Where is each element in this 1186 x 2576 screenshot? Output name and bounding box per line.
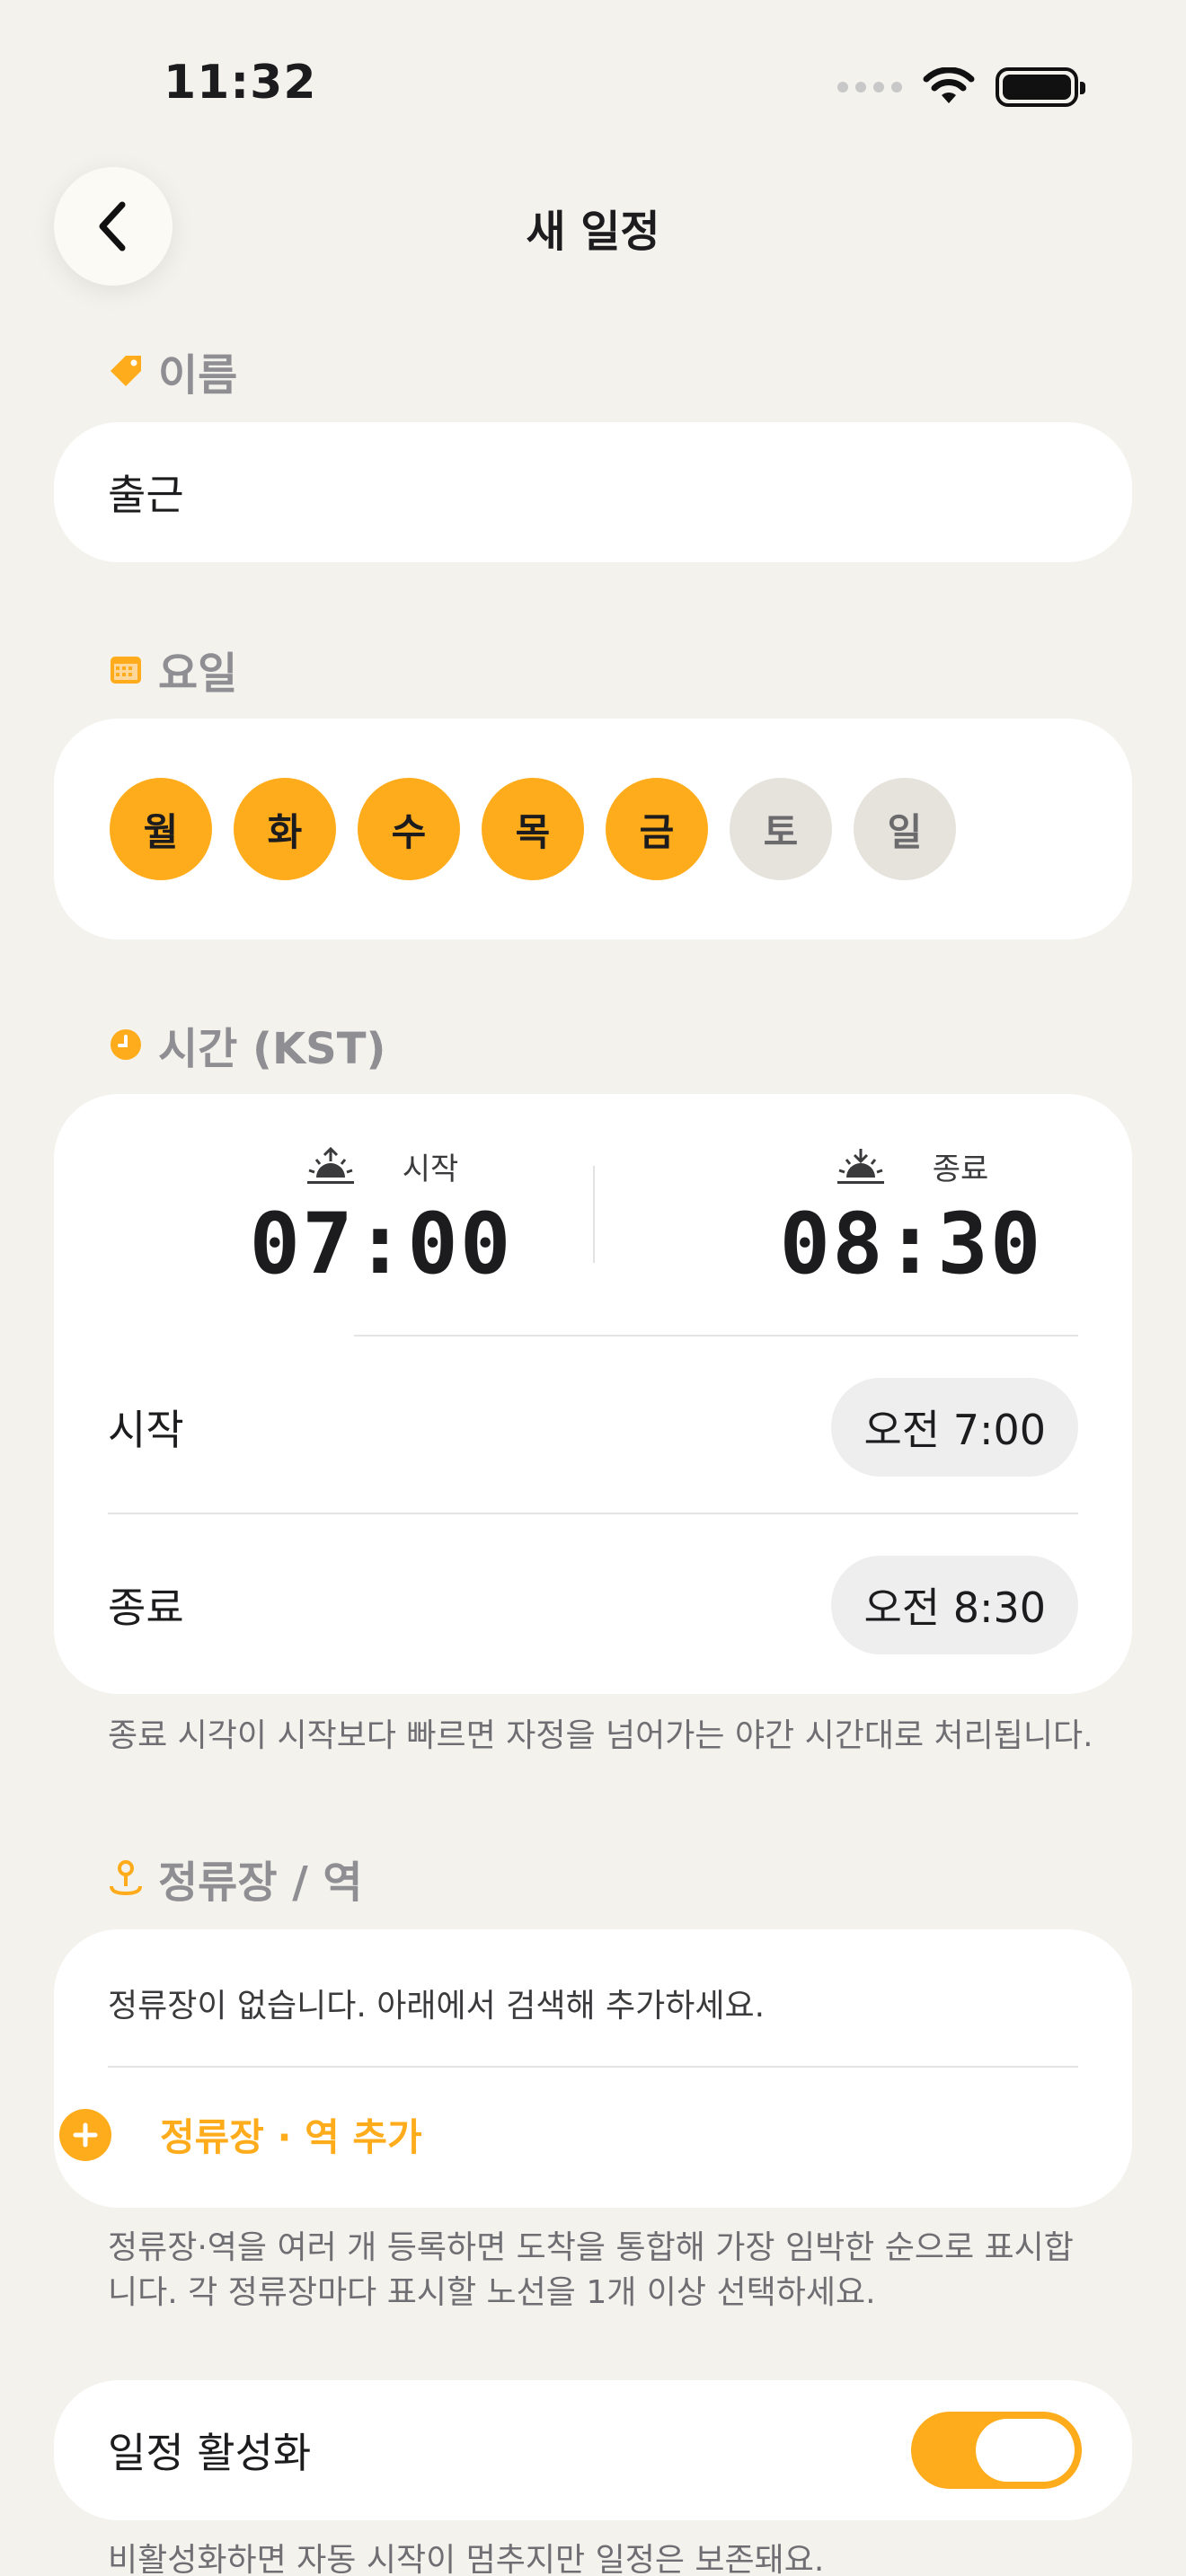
- signal-icon: [837, 82, 902, 93]
- start-time-value: 07:00: [249, 1195, 513, 1293]
- start-row-label: 시작: [108, 1406, 184, 1454]
- active-note: 비활성화하면 자동 시작이 멈추지만 일정은 보존돼요.: [108, 2542, 825, 2576]
- end-time-label: 종료: [932, 1151, 989, 1187]
- day-toggle-mon[interactable]: 월: [110, 778, 212, 880]
- stops-note: 정류장·역을 여러 개 등록하면 도착을 통합해 가장 임박한 순으로 표시합니…: [108, 2229, 1074, 2311]
- day-toggle-tue[interactable]: 화: [234, 778, 336, 880]
- add-stop-label: 정류장 · 역 추가: [160, 2115, 422, 2159]
- calendar-icon: [108, 651, 144, 687]
- pin-icon: [108, 1860, 144, 1896]
- day-toggle-thu[interactable]: 목: [482, 778, 584, 880]
- days-card: 월 화 수 목 금 토 일: [54, 719, 1132, 940]
- wifi-icon: [923, 67, 975, 103]
- name-section-label: 이름: [158, 350, 238, 401]
- time-card: 시작 07:00 종료 08:30 시작 오전 7:00 종료 오전 8:30: [54, 1094, 1132, 1694]
- page-title: 새 일정: [526, 207, 660, 257]
- name-input-value: 출근: [108, 471, 184, 519]
- end-row-label: 종료: [108, 1584, 184, 1632]
- day-toggle-fri[interactable]: 금: [606, 778, 708, 880]
- status-time: 11:32: [164, 56, 317, 110]
- sunset-icon: [836, 1148, 884, 1184]
- clock-icon: [108, 1027, 144, 1063]
- start-time-row: 시작 오전 7:00: [108, 1378, 1078, 1477]
- start-time-picker[interactable]: 오전 7:00: [831, 1378, 1078, 1477]
- end-time-value: 08:30: [779, 1195, 1043, 1293]
- stops-card: 정류장이 없습니다. 아래에서 검색해 추가하세요.: [54, 1929, 1132, 2208]
- active-label: 일정 활성화: [108, 2429, 312, 2477]
- time-section-header: 시간 (KST): [108, 1013, 385, 1076]
- days-section-label: 요일: [158, 648, 238, 699]
- end-time-row: 종료 오전 8:30: [108, 1556, 1078, 1654]
- stops-empty-text: 정류장이 없습니다. 아래에서 검색해 추가하세요.: [108, 1988, 766, 2025]
- plus-icon: [59, 2108, 111, 2161]
- end-time-picker[interactable]: 오전 8:30: [831, 1556, 1078, 1654]
- time-section-label: 시간 (KST): [158, 1024, 386, 1074]
- stops-section-header: 정류장 / 역: [108, 1847, 363, 1910]
- name-input[interactable]: 출근: [54, 422, 1132, 562]
- start-time-label: 시작: [402, 1151, 459, 1187]
- end-time-summary: 종료 08:30: [686, 1144, 1136, 1293]
- name-section-header: 이름: [108, 340, 237, 402]
- start-time-summary: 시작 07:00: [156, 1144, 606, 1293]
- add-stop-button[interactable]: 정류장 · 역 추가: [59, 2107, 422, 2162]
- time-divider: [593, 1166, 595, 1263]
- battery-icon: [996, 67, 1085, 107]
- divider: [354, 1335, 1078, 1337]
- divider: [108, 2066, 1078, 2068]
- day-toggle-sun[interactable]: 일: [854, 778, 956, 880]
- active-toggle[interactable]: [911, 2412, 1082, 2489]
- divider: [108, 1513, 1078, 1514]
- day-toggle-wed[interactable]: 수: [358, 778, 460, 880]
- days-section-header: 요일: [108, 638, 237, 701]
- status-indicators: [837, 65, 1085, 110]
- stops-section-label: 정류장 / 역: [158, 1857, 363, 1908]
- tag-icon: [108, 353, 144, 389]
- day-toggle-sat[interactable]: 토: [730, 778, 832, 880]
- sunrise-icon: [306, 1146, 354, 1184]
- active-card: 일정 활성화: [54, 2380, 1132, 2520]
- time-note: 종료 시각이 시작보다 빠르면 자정을 넘어가는 야간 시간대로 처리됩니다.: [108, 1717, 1093, 1754]
- toggle-knob: [976, 2419, 1075, 2482]
